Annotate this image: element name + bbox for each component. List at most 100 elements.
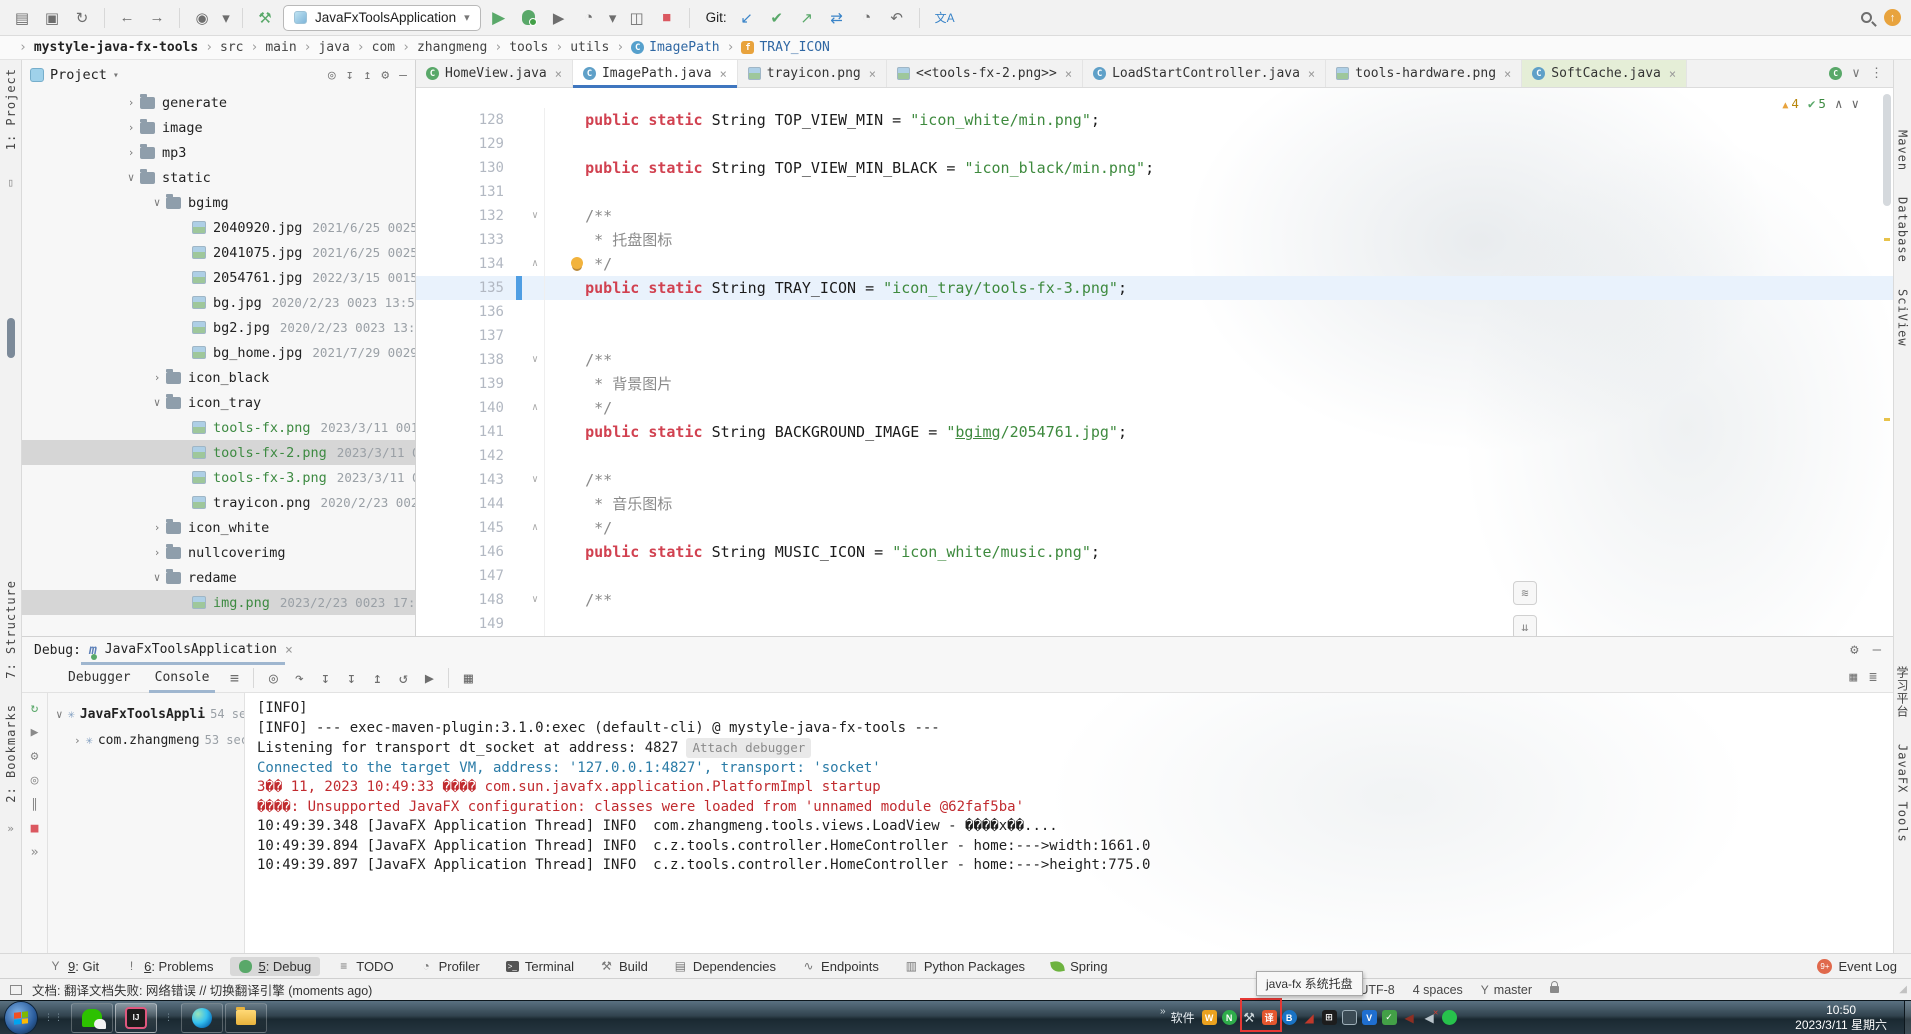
fold-marker-icon[interactable] (526, 324, 544, 348)
close-icon[interactable]: × (1504, 67, 1511, 81)
tree-expander-icon[interactable]: › (122, 121, 140, 134)
tree-row[interactable]: bg_home.jpg 2021/7/29 0029 08:46, 61 (22, 340, 415, 365)
taskbar-edge-button[interactable] (181, 1003, 223, 1033)
fold-marker-icon[interactable]: ∨ (526, 204, 544, 228)
code-line[interactable]: 136 (416, 300, 1893, 324)
attach-debugger-link[interactable]: Attach debugger (686, 738, 811, 758)
editor-scrollbar[interactable] (1883, 94, 1891, 206)
code-line[interactable]: 132 ∨ /** (416, 204, 1893, 228)
stripe-project-button[interactable]: 1: Project (4, 68, 18, 150)
close-icon[interactable]: × (285, 643, 293, 658)
code-line[interactable]: 144 * 音乐图标 (416, 492, 1893, 516)
editor-tab[interactable]: tools-hardware.png × (1326, 60, 1522, 87)
code-editor[interactable]: 128 public static String TOP_VIEW_MIN = … (416, 88, 1893, 636)
tool-window-button[interactable]: ⚒ Build (591, 957, 657, 976)
fold-marker-icon[interactable] (526, 444, 544, 468)
warnings-count[interactable]: 4 (1782, 96, 1799, 111)
fold-marker-icon[interactable] (526, 540, 544, 564)
inspections-widget[interactable]: 4 5 ∧ ∨ (1782, 96, 1859, 111)
taskbar-explorer-button[interactable] (225, 1003, 267, 1033)
fold-marker-icon[interactable]: ∧ (526, 516, 544, 540)
debug-session-tab[interactable]: JavaFxToolsApplication (105, 642, 277, 659)
fold-marker-icon[interactable] (526, 180, 544, 204)
git-history-button[interactable]: ◔ (855, 6, 879, 30)
run-configuration-select[interactable]: JavaFxToolsApplication ▾ (283, 5, 481, 31)
breadcrumb-item[interactable]: › mystyle-java-fx-tools (12, 40, 198, 55)
more-icon[interactable]: » (31, 845, 39, 860)
profiler-caret-icon[interactable]: ▾ (607, 6, 619, 30)
run-to-cursor-icon[interactable]: ▶ (418, 667, 440, 689)
tray-icon[interactable]: W (1202, 1010, 1217, 1025)
tree-row[interactable]: › mp3 (22, 140, 415, 165)
code-line[interactable]: 141 public static String BACKGROUND_IMAG… (416, 420, 1893, 444)
close-icon[interactable]: × (1308, 67, 1315, 81)
synchronize-icon[interactable]: ↻ (70, 6, 94, 30)
step-out-icon[interactable]: ↥ (366, 667, 388, 689)
next-problem-icon[interactable]: ∨ (1851, 96, 1859, 111)
debug-console[interactable]: [INFO] [INFO] --- exec-maven-plugin:3.1.… (245, 693, 1893, 953)
tabs-more-icon[interactable]: ⋮ (1870, 66, 1883, 81)
code-line[interactable]: 137 (416, 324, 1893, 348)
fold-marker-icon[interactable] (526, 276, 544, 300)
fold-marker-icon[interactable] (526, 156, 544, 180)
tree-expander-icon[interactable]: ∨ (148, 396, 166, 409)
tree-expander-icon[interactable]: ∨ (122, 171, 140, 184)
ok-count[interactable]: 5 (1808, 96, 1826, 111)
tray-icon[interactable]: B (1282, 1010, 1297, 1025)
fold-marker-icon[interactable] (526, 108, 544, 132)
code-line[interactable]: 133 * 托盘图标 (416, 228, 1893, 252)
stripe-bookmarks-button[interactable]: 2: Bookmarks (4, 704, 18, 803)
console-settings-icon[interactable]: ≣ (1869, 670, 1877, 685)
tree-expander-icon[interactable]: › (122, 96, 140, 109)
tree-row[interactable]: tools-fx-2.png 2023/3/11 0011 10:47 (22, 440, 415, 465)
tree-row[interactable]: › generate (22, 90, 415, 115)
tree-row[interactable]: › image (22, 115, 415, 140)
rerun-icon[interactable]: ↻ (31, 701, 39, 716)
tab-debugger[interactable]: Debugger (58, 666, 141, 689)
ide-update-icon[interactable]: ↑ (1884, 9, 1901, 26)
git-update-button[interactable]: ↙ (735, 6, 759, 30)
stripe-database-button[interactable]: Database (1896, 197, 1910, 263)
tool-window-button[interactable]: ▤ Dependencies (665, 957, 785, 976)
tool-window-button[interactable]: Y 9: Git (40, 957, 108, 976)
intention-bulb-icon[interactable] (571, 257, 583, 269)
thread-row[interactable]: › ✳ com.zhangmeng 53 sec (48, 727, 244, 753)
tree-row[interactable]: bg.jpg 2020/2/23 0023 13:52, 7.13 kB (22, 290, 415, 315)
soft-wrap-icon[interactable]: ≋ (1513, 581, 1537, 605)
code-line[interactable]: 131 (416, 180, 1893, 204)
resume-icon[interactable]: ▶ (31, 725, 39, 740)
tree-expander-icon[interactable]: ∨ (148, 571, 166, 584)
tree-expander-icon[interactable]: › (148, 546, 166, 559)
fold-marker-icon[interactable] (526, 372, 544, 396)
tray-icon[interactable]: ⊞ (1322, 1010, 1337, 1025)
evaluate-expression-icon[interactable]: ▦ (457, 667, 479, 689)
indent-widget[interactable]: 4 spaces (1413, 983, 1463, 997)
fold-marker-icon[interactable] (526, 228, 544, 252)
tree-row[interactable]: ∨ bgimg (22, 190, 415, 215)
encoding-widget[interactable]: UTF-8 (1359, 983, 1394, 997)
git-commit-button[interactable]: ✔ (765, 6, 789, 30)
project-panel-title[interactable]: Project (50, 67, 107, 83)
locate-file-icon[interactable]: ◎ (328, 68, 336, 83)
breadcrumb-item[interactable]: › src (198, 40, 243, 55)
tray-toolbar-label[interactable]: 软件 (1171, 1009, 1195, 1026)
stripe-maven-button[interactable]: Maven (1896, 130, 1910, 171)
translate-icon[interactable]: 文A (930, 6, 960, 30)
tree-row[interactable]: 2041075.jpg 2021/6/25 0025 15:28, 87 (22, 240, 415, 265)
show-execution-point-icon[interactable]: ◎ (262, 667, 284, 689)
fold-marker-icon[interactable]: ∨ (526, 348, 544, 372)
taskbar-clock[interactable]: 10:50 2023/3/11 星期六 (1795, 1003, 1887, 1033)
start-button[interactable] (4, 1001, 38, 1034)
code-line[interactable]: 138 ∨ /** (416, 348, 1893, 372)
breadcrumb-item[interactable]: › f TRAY_ICON (720, 40, 830, 55)
profiler-button[interactable]: ◔ (577, 6, 601, 30)
tool-window-button[interactable]: ! 6: Problems (116, 957, 222, 976)
status-message[interactable]: 文档: 翻译文档失败: 网络错误 // 切换翻译引擎 (moments ago) (32, 980, 372, 999)
back-icon[interactable]: ← (115, 6, 139, 30)
taskbar-intellij-button[interactable]: IJ (115, 1003, 157, 1033)
code-line[interactable]: 142 (416, 444, 1893, 468)
tree-row[interactable]: bg2.jpg 2020/2/23 0023 13:52, 8.54 k (22, 315, 415, 340)
tool-window-button[interactable]: >_ Terminal (497, 957, 583, 976)
stop-icon[interactable]: ■ (31, 821, 39, 836)
stripe-learn-button[interactable]: 学习平台 (1894, 666, 1911, 718)
